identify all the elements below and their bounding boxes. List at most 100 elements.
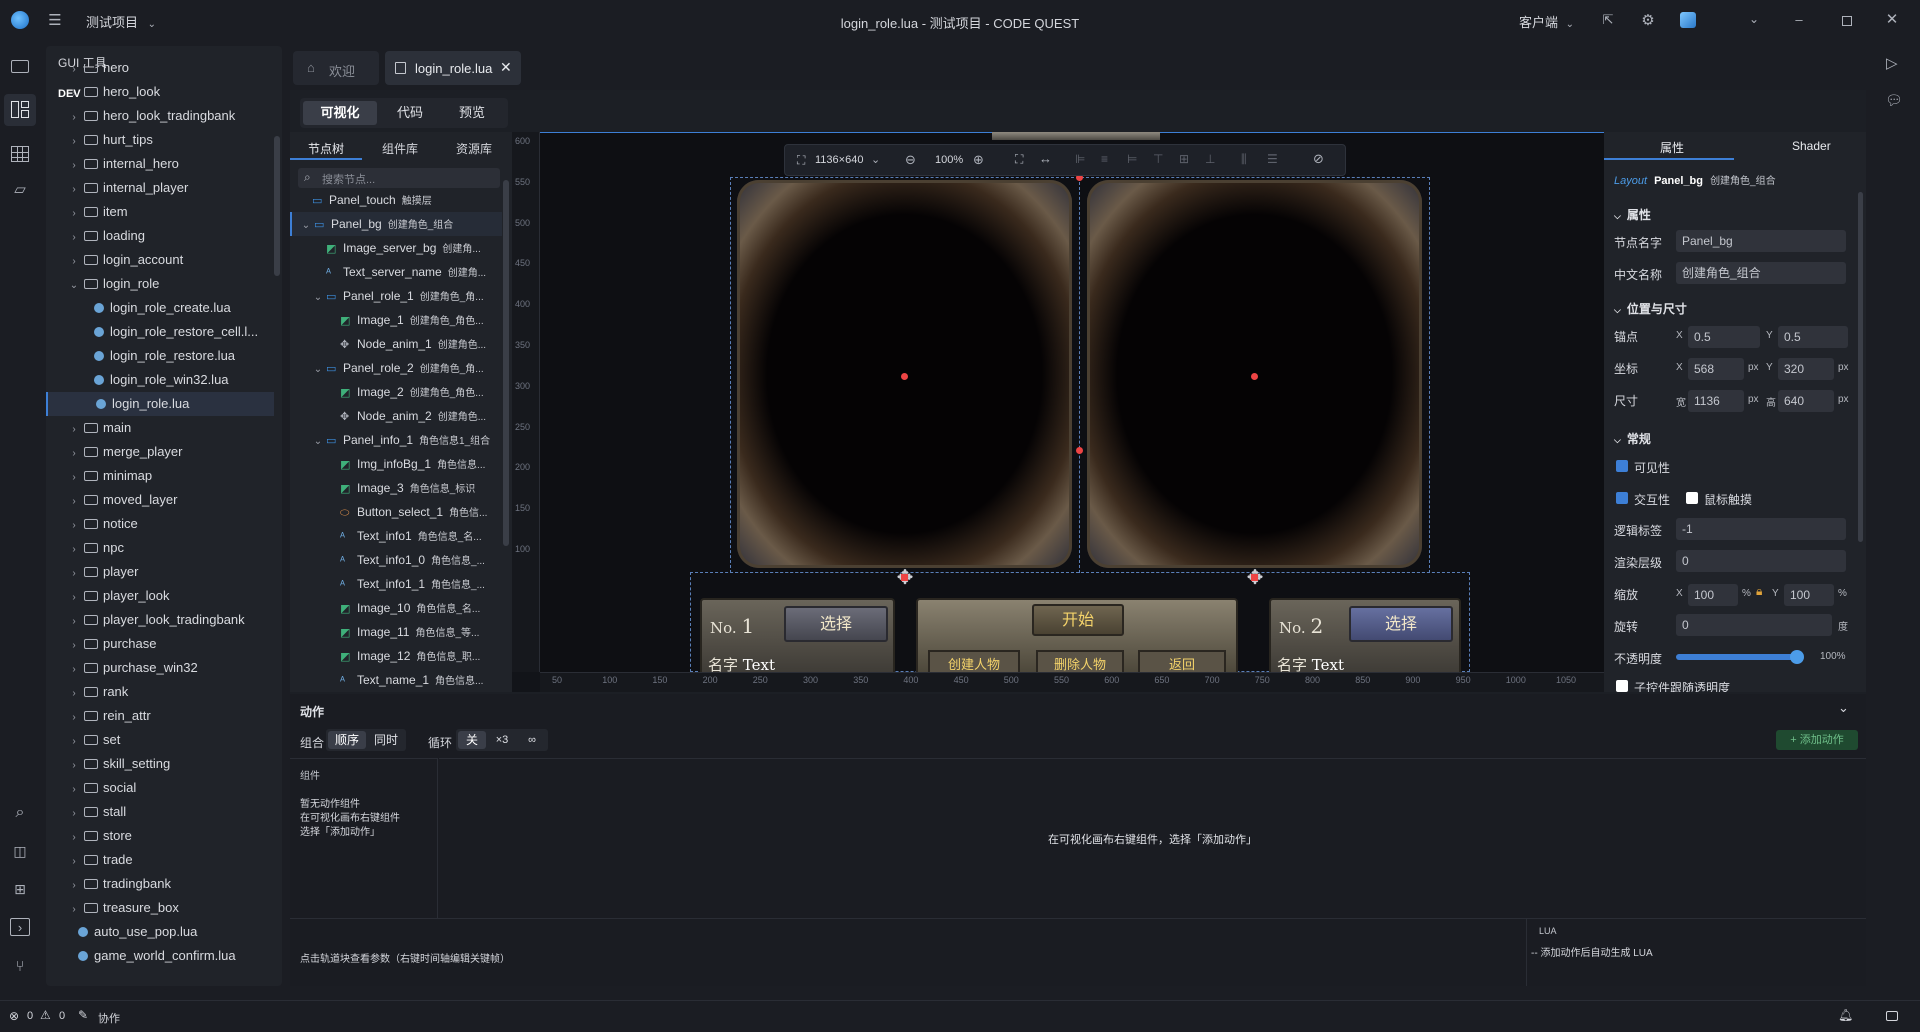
tree-file[interactable]: login_role_restore_cell.l... — [46, 320, 274, 344]
section-common[interactable]: ⌵ 常规 — [1614, 430, 1651, 447]
anchor-y-field[interactable]: 0.5 — [1778, 326, 1848, 348]
tab-node-tree[interactable]: 节点树 — [308, 140, 344, 157]
view-mode-preview[interactable]: 预览 — [442, 101, 502, 125]
mode-simultaneous[interactable]: 同时 — [368, 731, 404, 749]
size-height-field[interactable]: 640 — [1778, 390, 1834, 412]
tree-folder[interactable]: › tradingbank — [46, 872, 274, 896]
tab-resource-lib[interactable]: 资源库 — [456, 140, 492, 157]
align-middle-icon[interactable]: ⊞ — [1179, 152, 1189, 166]
project-selector[interactable]: 测试项目 ⌄ — [86, 12, 156, 31]
tree-folder[interactable]: › loading — [46, 224, 274, 248]
zoom-in-icon[interactable]: ⊕ — [973, 152, 984, 168]
mode-sequence[interactable]: 顺序 — [328, 731, 366, 749]
collab-label[interactable]: 协作 — [98, 1010, 120, 1026]
rotate-field[interactable]: 0 — [1676, 614, 1832, 636]
node-row[interactable]: ◩ Image_12 角色信息_职... — [290, 644, 502, 668]
select-button-2[interactable]: 选择 — [1349, 606, 1453, 642]
chevron-right-icon[interactable]: › — [68, 106, 80, 130]
chevron-right-icon[interactable]: › — [68, 730, 80, 754]
tree-folder[interactable]: › social — [46, 776, 274, 800]
info-panel-2[interactable]: No. 2 选择 名字 Text — [1269, 598, 1461, 672]
lock-icon[interactable]: 🔒︎ — [1756, 584, 1762, 599]
tree-folder[interactable]: › internal_player — [46, 176, 274, 200]
anchor-point[interactable] — [1251, 373, 1258, 380]
node-name-field[interactable]: Panel_bg — [1676, 230, 1846, 252]
anchor-point[interactable] — [901, 574, 908, 581]
tab-login-role[interactable]: login_role.lua ✕ — [385, 51, 521, 85]
tree-folder[interactable]: ⌄ login_role — [46, 272, 274, 296]
chevron-right-icon[interactable]: › — [68, 754, 80, 778]
fit-width-icon[interactable]: ↔ — [1039, 151, 1052, 166]
node-row[interactable]: ▭ Panel_touch 触摸层 — [290, 190, 502, 212]
chevron-right-icon[interactable]: › — [68, 682, 80, 706]
center-panel[interactable]: 开始 创建人物 删除人物 返回 — [916, 598, 1238, 672]
chevron-right-icon[interactable]: › — [68, 466, 80, 490]
tree-folder[interactable]: › item — [46, 200, 274, 224]
chevron-down-icon[interactable]: ⌄ — [1747, 12, 1761, 26]
tree-folder[interactable]: › purchase_win32 — [46, 656, 274, 680]
visible-checkbox[interactable] — [1616, 460, 1628, 472]
tree-folder[interactable]: › purchase — [46, 632, 274, 656]
info-panel-1[interactable]: No. 1 选择 名字 Text — [700, 598, 895, 672]
cn-name-field[interactable]: 创建角色_组合 — [1676, 262, 1846, 284]
node-row[interactable]: ᴬ Text_info1_0 角色信息_... — [290, 548, 502, 572]
layout-icon[interactable] — [4, 94, 36, 126]
tree-folder[interactable]: › hero_look_tradingbank — [46, 104, 274, 128]
properties-scrollbar[interactable] — [1858, 192, 1863, 542]
node-row[interactable]: ◩ Image_10 角色信息_名... — [290, 596, 502, 620]
node-row[interactable]: ◩ Image_2 创建角色_角色... — [290, 380, 502, 404]
anchor-point[interactable] — [1076, 447, 1083, 454]
chevron-right-icon[interactable]: › — [68, 658, 80, 682]
node-row[interactable]: ◩ Image_server_bg 创建角... — [290, 236, 502, 260]
loop-off[interactable]: 关 — [458, 731, 486, 749]
section-position-size[interactable]: ⌵ 位置与尺寸 — [1614, 300, 1687, 317]
tree-file[interactable]: login_role_win32.lua — [46, 368, 274, 392]
canvas-size-label[interactable]: 1136×640 — [815, 154, 863, 166]
minimize-icon[interactable]: – — [1792, 12, 1806, 27]
error-icon[interactable]: ⊗ — [9, 1009, 19, 1023]
git-branch-icon[interactable]: ⑂ — [10, 956, 30, 976]
tree-file[interactable]: login_role_restore.lua — [46, 344, 274, 368]
chevron-right-icon[interactable]: › — [68, 706, 80, 730]
tree-folder[interactable]: › notice — [46, 512, 274, 536]
warning-count[interactable]: 0 — [59, 1010, 65, 1022]
scale-x-field[interactable]: 100 — [1688, 584, 1738, 606]
node-row[interactable]: ◩ Image_3 角色信息_标识 — [290, 476, 502, 500]
chevron-down-icon[interactable]: ⌄ — [312, 430, 324, 454]
node-row[interactable]: ◩ Img_infoBg_1 角色信息... — [290, 452, 502, 476]
child-opacity-checkbox[interactable] — [1616, 680, 1628, 692]
node-row[interactable]: ᴬ Text_name_1 角色信息... — [290, 668, 502, 690]
close-icon[interactable]: ✕ — [500, 59, 512, 76]
node-row[interactable]: ⌄ ▭ Panel_role_2 创建角色_角... — [290, 356, 502, 380]
logic-tag-field[interactable]: -1 — [1676, 518, 1846, 540]
chevron-down-icon[interactable]: ⌄ — [68, 274, 80, 298]
tree-folder[interactable]: › player — [46, 560, 274, 584]
edit-icon[interactable]: ✎ — [78, 1008, 88, 1022]
chevron-right-icon[interactable]: › — [68, 850, 80, 874]
chevron-down-icon[interactable]: ⌄ — [871, 153, 880, 166]
create-role-button[interactable]: 创建人物 — [928, 650, 1020, 672]
chevron-right-icon[interactable]: › — [68, 826, 80, 850]
chevron-down-icon[interactable]: ⌄ — [312, 358, 324, 382]
add-action-button[interactable]: + 添加动作 — [1776, 730, 1858, 750]
tree-folder[interactable]: › moved_layer — [46, 488, 274, 512]
chevron-right-icon[interactable]: › — [68, 418, 80, 442]
align-left-icon[interactable]: ⊫ — [1075, 152, 1085, 166]
node-row[interactable]: ⌄ ▭ Panel_role_1 创建角色_角... — [290, 284, 502, 308]
node-row[interactable]: ᴬ Text_server_name 创建角... — [290, 260, 502, 284]
close-icon[interactable]: ✕ — [1885, 11, 1899, 28]
explorer-scrollbar[interactable] — [274, 136, 280, 276]
chevron-right-icon[interactable]: › — [68, 226, 80, 250]
gear-icon[interactable]: ⚙ — [1639, 11, 1657, 29]
folder-icon[interactable] — [11, 60, 29, 73]
menu-icon[interactable]: ☰ — [47, 12, 63, 29]
coord-x-field[interactable]: 568 — [1688, 358, 1744, 380]
chevron-right-icon[interactable]: › — [68, 802, 80, 826]
align-top-icon[interactable]: ⊤ — [1153, 152, 1163, 166]
tree-folder[interactable]: › player_look_tradingbank — [46, 608, 274, 632]
chevron-right-icon[interactable]: › — [68, 778, 80, 802]
search-icon[interactable]: ⌕ — [10, 804, 30, 822]
gamepad-icon[interactable]: ◫ — [10, 842, 30, 860]
timeline-area[interactable]: 在可视化画布右键组件，选择「添加动作」 — [439, 758, 1866, 918]
tab-properties[interactable]: 属性 — [1660, 139, 1684, 156]
